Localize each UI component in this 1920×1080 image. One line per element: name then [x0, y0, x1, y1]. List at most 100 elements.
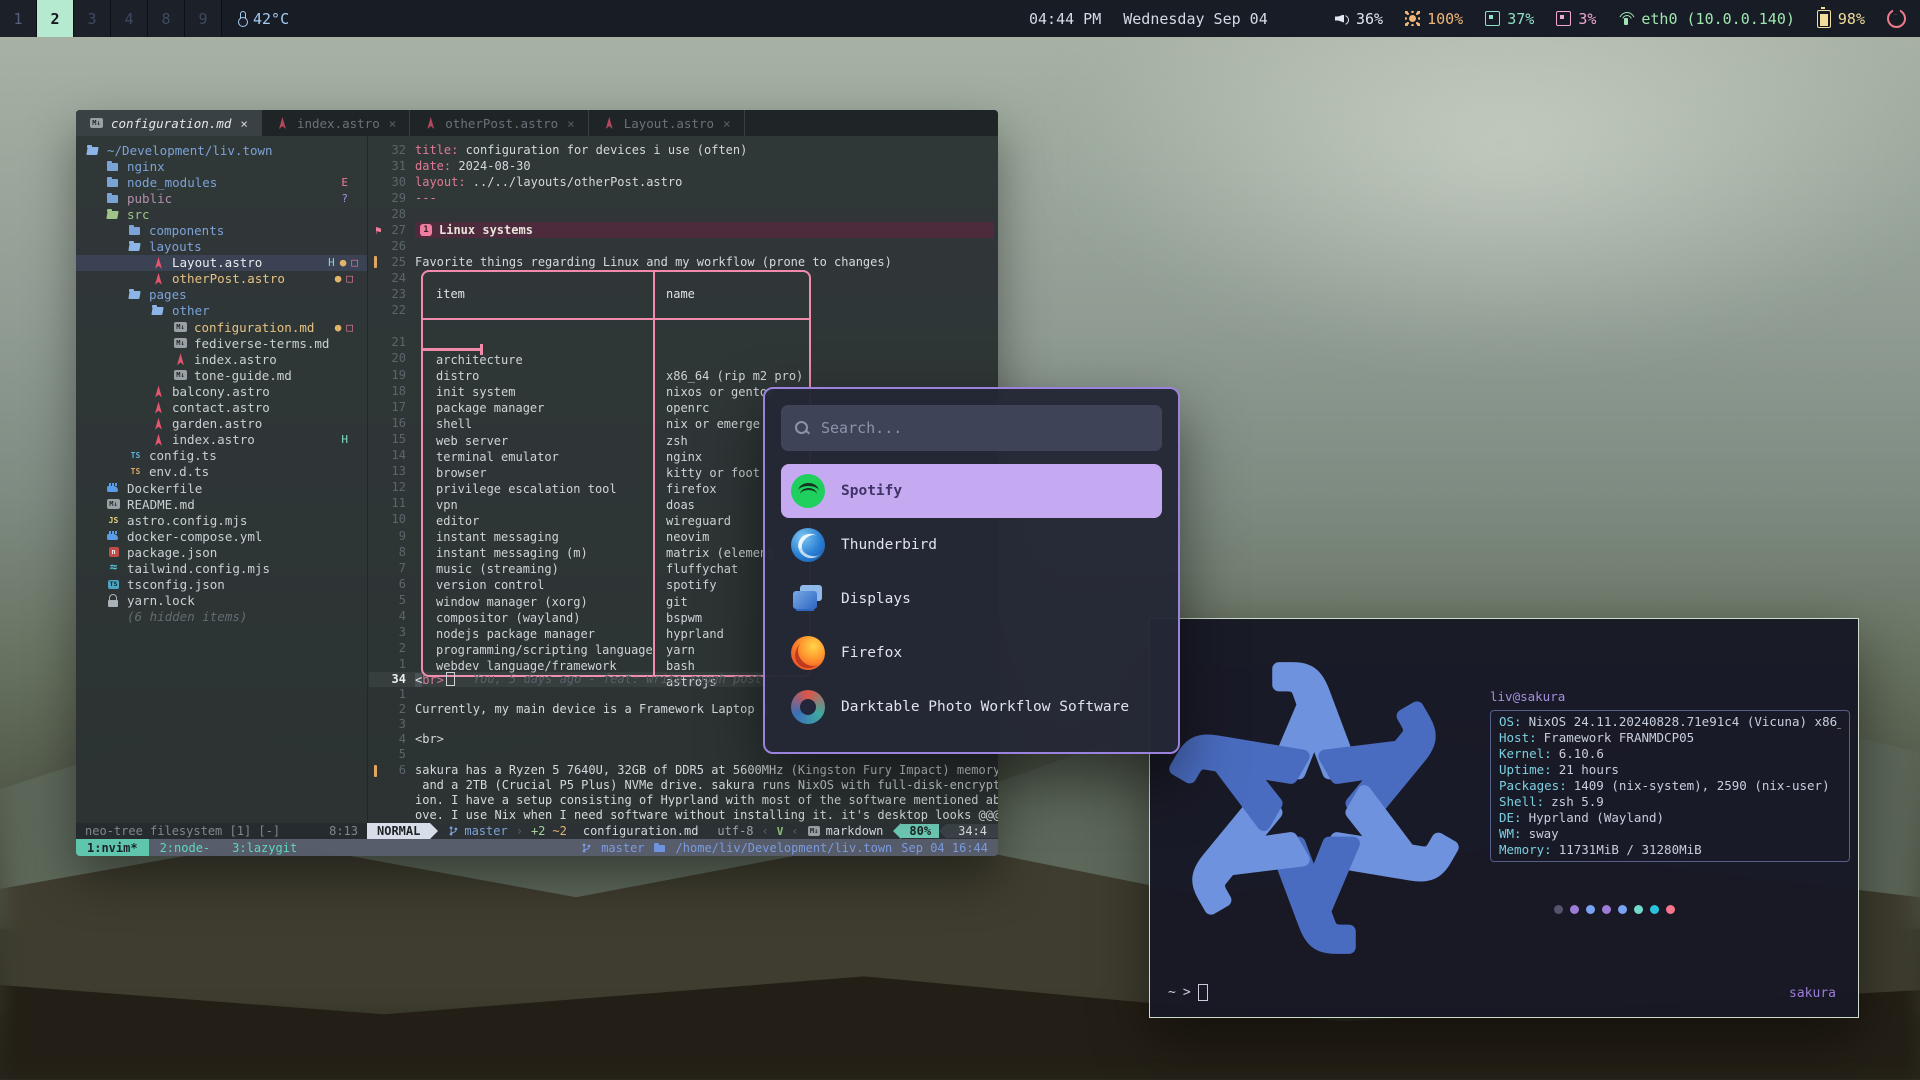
- table-row[interactable]: version control git: [423, 561, 809, 577]
- temperature-module[interactable]: 42°C: [238, 10, 289, 28]
- workspace-button[interactable]: 8: [148, 0, 185, 37]
- workspace-button[interactable]: 2: [37, 0, 74, 37]
- tree-item[interactable]: otherPost.astro ●□: [76, 271, 367, 287]
- astro-icon: [423, 117, 438, 130]
- neotree-statusline-title: neo-tree filesystem [1] [-]: [85, 824, 280, 838]
- launcher-search-field[interactable]: Search...: [781, 405, 1162, 451]
- git-branch[interactable]: master: [448, 824, 507, 838]
- network-module[interactable]: eth0 (10.0.0.140): [1618, 10, 1795, 28]
- close-icon[interactable]: ×: [389, 116, 397, 131]
- buffer-line[interactable]: 30 layout: ../../layouts/otherPost.astro: [369, 174, 998, 190]
- volume-module[interactable]: 36%: [1335, 10, 1383, 28]
- launcher-app-row[interactable]: Displays: [781, 572, 1162, 626]
- tree-item[interactable]: node_modules E: [76, 174, 367, 190]
- buffer-line[interactable]: 29 ---: [369, 190, 998, 206]
- table-row[interactable]: instant messaging (m) fluffychat: [423, 529, 809, 545]
- tree-item[interactable]: env.d.ts: [76, 464, 367, 480]
- buffer-tab[interactable]: otherPost.astro ×: [410, 110, 588, 136]
- cpu-module[interactable]: 37%: [1485, 10, 1534, 28]
- tree-item[interactable]: public ?: [76, 190, 367, 206]
- close-icon[interactable]: ×: [723, 116, 731, 131]
- table-row[interactable]: music (streaming) spotify: [423, 545, 809, 561]
- tree-item[interactable]: (6 hidden items): [76, 609, 367, 625]
- buffer-line[interactable]: 32 title: configuration for devices i us…: [369, 142, 998, 158]
- tmux-window-tab[interactable]: 2:node-: [149, 839, 222, 856]
- workspace-button[interactable]: 1: [0, 0, 37, 37]
- tree-item[interactable]: contact.astro: [76, 400, 367, 416]
- table-row[interactable]: privilege escalation tool doas: [423, 465, 809, 481]
- launcher-app-row[interactable]: Darktable Photo Workflow Software: [781, 680, 1162, 734]
- table-row[interactable]: init system openrc: [423, 368, 809, 384]
- workspace-button[interactable]: 3: [74, 0, 111, 37]
- buffer-line[interactable]: ove. I use Nix when I need software with…: [369, 808, 998, 823]
- tree-item[interactable]: garden.astro: [76, 416, 367, 432]
- buffer-tab[interactable]: configuration.md ×: [76, 110, 262, 136]
- tree-item[interactable]: index.astro H: [76, 432, 367, 448]
- tree-item[interactable]: index.astro: [76, 351, 367, 367]
- tree-item[interactable]: nginx: [76, 158, 367, 174]
- tree-item[interactable]: docker-compose.yml: [76, 528, 367, 544]
- tree-item[interactable]: package.json: [76, 544, 367, 560]
- table-row[interactable]: distro nixos or gentoo: [423, 352, 809, 368]
- buffer-line[interactable]: 26: [369, 238, 998, 254]
- shell-prompt[interactable]: ~ >: [1168, 984, 1208, 1001]
- close-icon[interactable]: ×: [567, 116, 575, 131]
- table-row[interactable]: programming/scripting language bash: [423, 626, 809, 642]
- table-row[interactable]: architecture x86_64 (rip m2 pro): [423, 336, 809, 352]
- brightness-module[interactable]: 100%: [1405, 10, 1463, 28]
- tree-item[interactable]: fediverse-terms.md: [76, 335, 367, 351]
- power-module[interactable]: [1887, 9, 1914, 28]
- tree-item[interactable]: pages: [76, 287, 367, 303]
- table-row[interactable]: package manager nix or emerge: [423, 384, 809, 400]
- tree-item[interactable]: src: [76, 206, 367, 222]
- workspace-button[interactable]: 9: [185, 0, 222, 37]
- table-row[interactable]: nodejs package manager yarn: [423, 610, 809, 626]
- buffer-line[interactable]: 6 sakura has a Ryzen 5 7640U, 32GB of DD…: [369, 763, 998, 778]
- tree-item[interactable]: configuration.md ●□: [76, 319, 367, 335]
- close-icon[interactable]: ×: [240, 116, 248, 131]
- table-row[interactable]: window manager (xorg) bspwm: [423, 577, 809, 593]
- buffer-line[interactable]: 31 date: 2024-08-30: [369, 158, 998, 174]
- table-row[interactable]: webdev language/framework astrojs: [423, 642, 809, 658]
- buffer-line[interactable]: ion. I have a setup consisting of Hyprla…: [369, 793, 998, 808]
- buffer-tab[interactable]: Layout.astro ×: [589, 110, 745, 136]
- launcher-app-row[interactable]: Spotify: [781, 464, 1162, 518]
- table-row[interactable]: web server nginx: [423, 416, 809, 432]
- launcher-app-row[interactable]: Thunderbird: [781, 518, 1162, 572]
- buffer-line[interactable]: 25 Favorite things regarding Linux and m…: [369, 254, 998, 270]
- gpu-module[interactable]: 3%: [1556, 10, 1596, 28]
- buffer-line[interactable]: 28: [369, 206, 998, 222]
- docker-icon: [106, 530, 121, 543]
- tree-item[interactable]: Dockerfile: [76, 480, 367, 496]
- tree-item[interactable]: astro.config.mjs: [76, 512, 367, 528]
- battery-module[interactable]: 98%: [1817, 10, 1865, 28]
- tmux-window-tab[interactable]: 3:lazygit: [221, 839, 308, 856]
- tree-item[interactable]: tone-guide.md: [76, 367, 367, 383]
- table-row[interactable]: terminal emulator kitty or foot: [423, 433, 809, 449]
- markdown-heading-line[interactable]: 27 1 Linux systems: [369, 222, 994, 238]
- launcher-app-row[interactable]: Firefox: [781, 626, 1162, 680]
- tree-item[interactable]: yarn.lock: [76, 593, 367, 609]
- tree-item[interactable]: components: [76, 222, 367, 238]
- tree-item[interactable]: README.md: [76, 496, 367, 512]
- tmux-window-tab[interactable]: 1:nvim*: [76, 839, 149, 856]
- buffer-line[interactable]: and a 2TB (Crucial P5 Plus) NVMe drive. …: [369, 778, 998, 793]
- pane-separator[interactable]: [367, 136, 368, 823]
- workspace-button[interactable]: 4: [111, 0, 148, 37]
- tree-item[interactable]: balcony.astro: [76, 383, 367, 399]
- table-row[interactable]: compositor (wayland) hyprland: [423, 594, 809, 610]
- table-row[interactable]: instant messaging matrix (element: [423, 513, 809, 529]
- table-row[interactable]: editor neovim: [423, 497, 809, 513]
- tree-item[interactable]: other: [76, 303, 367, 319]
- table-row[interactable]: browser firefox: [423, 449, 809, 465]
- table-row[interactable]: shell zsh: [423, 400, 809, 416]
- tree-item[interactable]: tailwind.config.mjs: [76, 560, 367, 576]
- tree-item[interactable]: config.ts: [76, 448, 367, 464]
- tree-item[interactable]: tsconfig.json: [76, 577, 367, 593]
- tree-item[interactable]: Layout.astro H●□: [76, 255, 367, 271]
- tree-root[interactable]: ~/Development/liv.town: [76, 142, 367, 158]
- tree-item[interactable]: layouts: [76, 239, 367, 255]
- clock-module[interactable]: 04:44 PM Wednesday Sep 04: [1029, 0, 1268, 37]
- buffer-tab[interactable]: index.astro ×: [262, 110, 410, 136]
- table-row[interactable]: vpn wireguard: [423, 481, 809, 497]
